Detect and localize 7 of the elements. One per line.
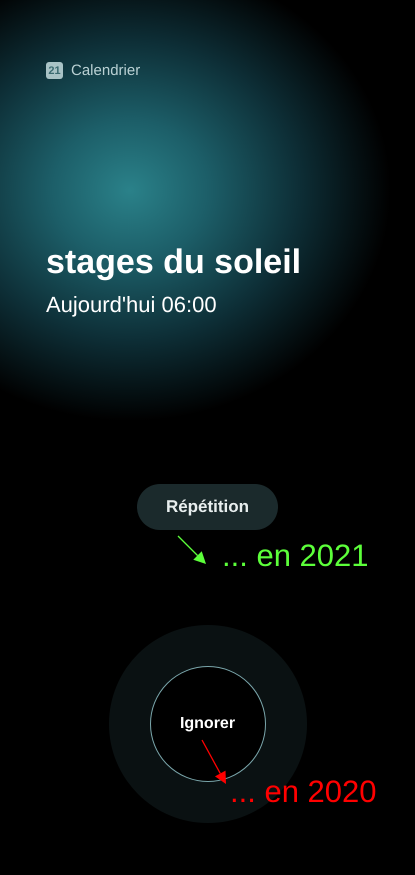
app-name: Calendrier xyxy=(71,62,140,79)
dismiss-button[interactable]: Ignorer xyxy=(150,666,266,782)
event-title: stages du soleil xyxy=(46,243,302,282)
annotation-text: ... en 2021 xyxy=(222,538,369,574)
calendar-icon: 21 xyxy=(46,62,63,79)
snooze-button[interactable]: Répétition xyxy=(137,484,278,530)
event-time: Aujourd'hui 06:00 xyxy=(46,292,218,318)
